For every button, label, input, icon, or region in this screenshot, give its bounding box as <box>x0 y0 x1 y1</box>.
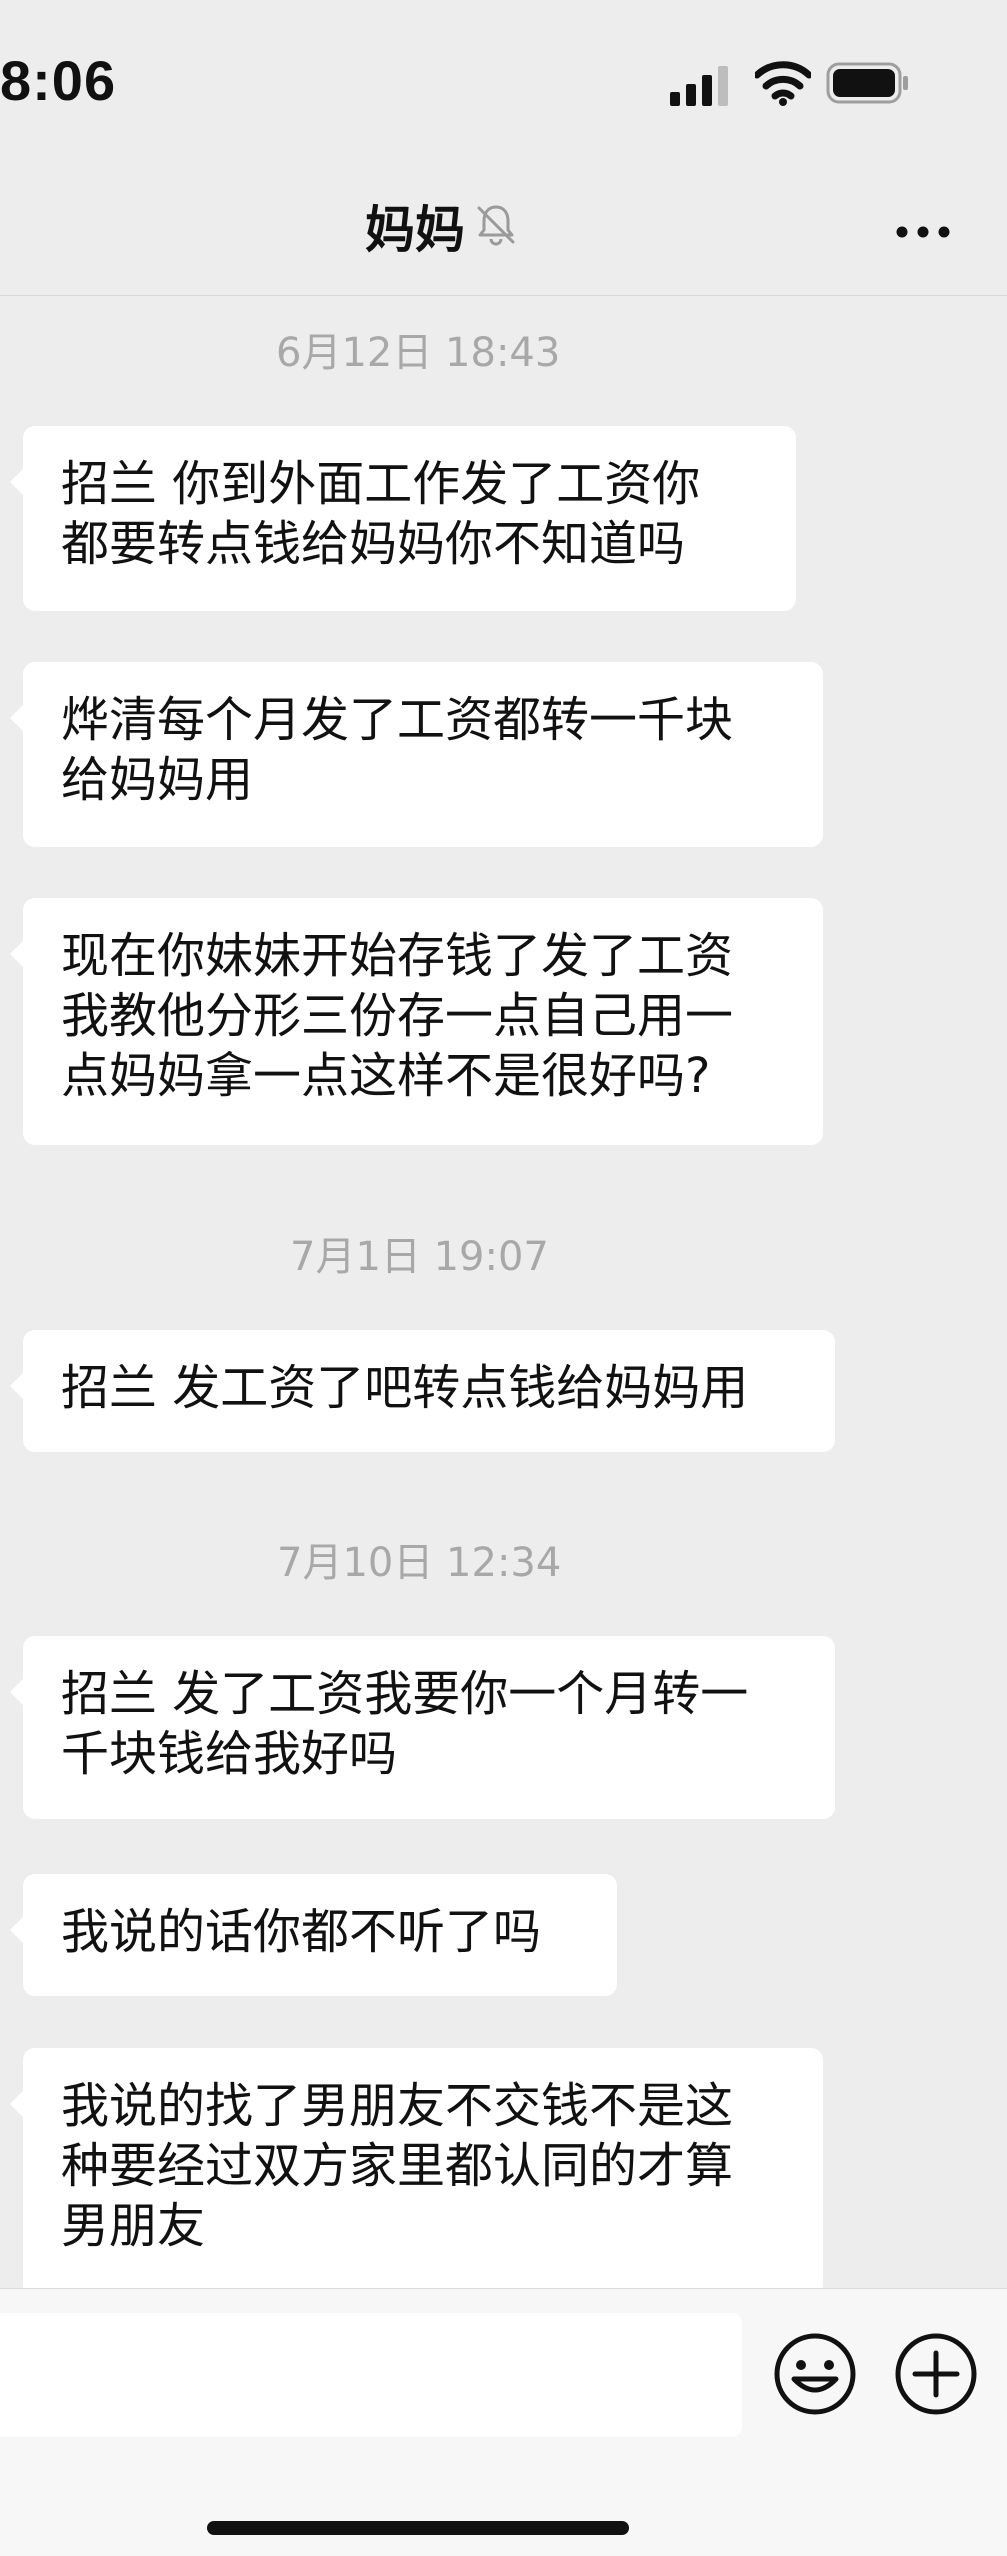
input-bar <box>0 2288 1007 2556</box>
timestamp: 6月12日 18:43 <box>276 330 561 376</box>
plus-icon[interactable] <box>893 2331 979 2417</box>
status-time: 8:06 <box>0 49 117 112</box>
wifi-icon <box>755 61 811 106</box>
message-bubble[interactable]: 招兰 发了工资我要你一个月转一 千块钱给我好吗 <box>10 1636 835 1819</box>
timestamp: 7月10日 12:34 <box>277 1540 562 1586</box>
more-icon[interactable] <box>895 225 951 239</box>
message-bubble[interactable]: 招兰 你到外面工作发了工资你 都要转点钱给妈妈你不知道吗 <box>10 426 796 611</box>
message-line: 烨清每个月发了工资都转一千块 <box>61 692 734 748</box>
message-bubble[interactable]: 我说的找了男朋友不交钱不是这 种要经过双方家里都认同的才算 男朋友 <box>10 2048 823 2298</box>
message-line: 点妈妈拿一点这样不是很好吗? <box>61 1048 711 1104</box>
message-line: 种要经过双方家里都认同的才算 <box>61 2138 734 2194</box>
mute-bell-icon <box>477 205 515 246</box>
message-bubble[interactable]: 烨清每个月发了工资都转一千块 给妈妈用 <box>10 662 823 847</box>
message-input[interactable] <box>0 2313 742 2437</box>
message-line: 我教他分形三份存一点自己用一 <box>61 988 734 1044</box>
chat-title[interactable]: 妈妈 <box>365 190 465 262</box>
message-line: 都要转点钱给妈妈你不知道吗 <box>61 516 686 572</box>
message-bubble[interactable]: 现在你妹妹开始存钱了发了工资 我教他分形三份存一点自己用一 点妈妈拿一点这样不是… <box>10 898 823 1145</box>
battery-icon <box>826 62 908 104</box>
message-line: 现在你妹妹开始存钱了发了工资 <box>61 928 734 984</box>
message-line: 我说的话你都不听了吗 <box>61 1904 542 1960</box>
message-line: 招兰 发了工资我要你一个月转一 <box>61 1666 749 1722</box>
signal-icon <box>670 66 728 106</box>
emoji-icon[interactable] <box>772 2331 858 2417</box>
message-bubble[interactable]: 我说的话你都不听了吗 <box>10 1874 617 1996</box>
message-line: 招兰 发工资了吧转点钱给妈妈用 <box>61 1360 749 1416</box>
chat-header: 妈妈 <box>0 175 1007 296</box>
status-bar: 8:06 <box>0 0 1007 175</box>
message-line: 我说的找了男朋友不交钱不是这 <box>61 2078 734 2134</box>
timestamp: 7月1日 19:07 <box>290 1234 549 1280</box>
home-indicator <box>207 2521 629 2535</box>
message-line: 给妈妈用 <box>61 752 254 808</box>
message-line: 男朋友 <box>61 2198 206 2254</box>
message-bubble[interactable]: 招兰 发工资了吧转点钱给妈妈用 <box>10 1330 835 1452</box>
message-list[interactable]: 6月12日 18:43 招兰 你到外面工作发了工资你 都要转点钱给妈妈你不知道吗… <box>0 296 1007 2298</box>
message-line: 千块钱给我好吗 <box>61 1726 398 1782</box>
message-line: 招兰 你到外面工作发了工资你 <box>61 456 701 512</box>
